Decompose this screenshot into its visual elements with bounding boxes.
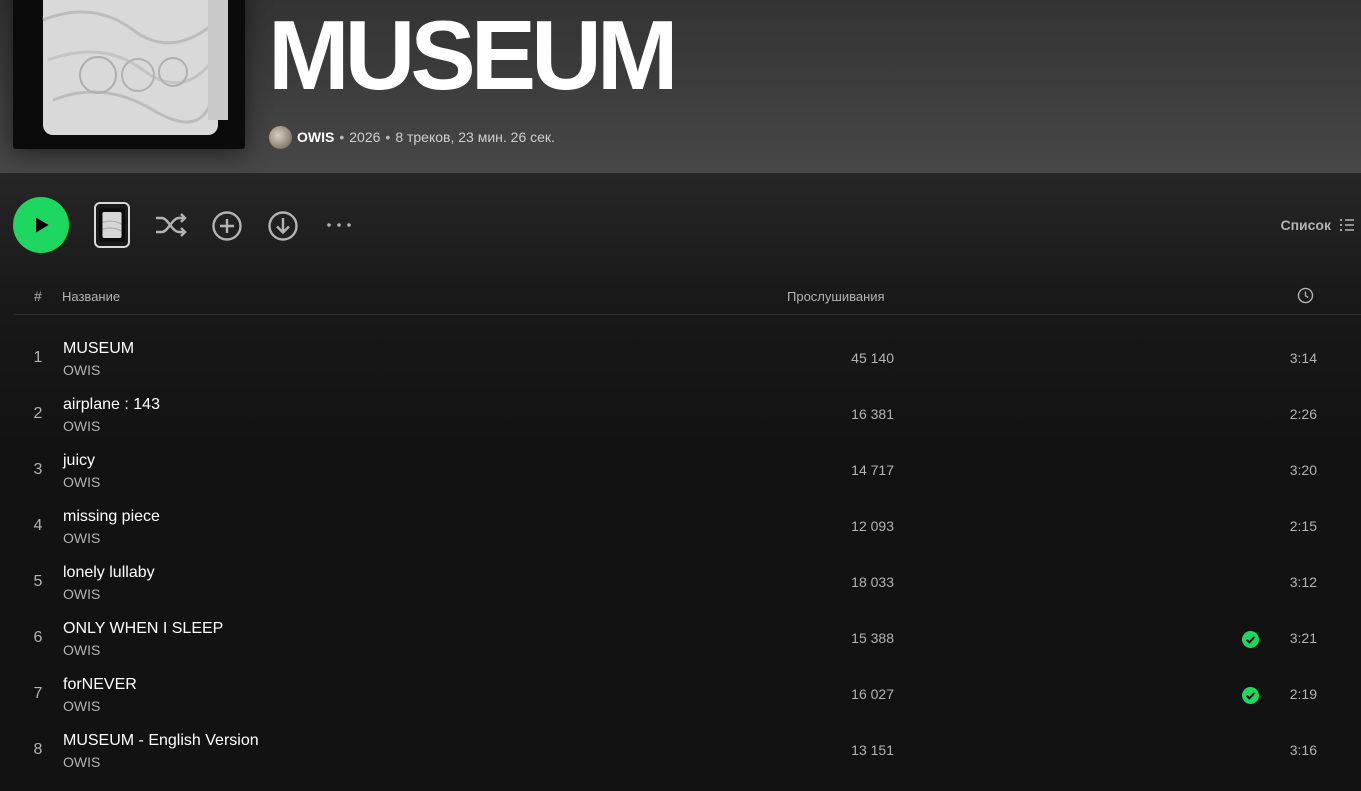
track-plays: 12 093 [851,518,894,534]
track-number: 5 [33,573,43,590]
plus-circle-icon [212,211,242,241]
track-number: 2 [33,405,43,422]
shuffle-button[interactable] [153,209,189,241]
track-number: 4 [33,517,43,534]
table-row[interactable]: 2 airplane : 143 OWIS 16 381 2:26 [0,387,1361,443]
track-plays: 45 140 [851,350,894,366]
add-to-library-button[interactable] [210,209,244,243]
view-mode-toggle[interactable]: Список [1280,214,1355,236]
track-duration: 2:26 [1289,406,1317,422]
track-title[interactable]: airplane : 143 [63,396,160,414]
track-title[interactable]: MUSEUM [63,340,134,358]
track-duration: 3:16 [1289,742,1317,758]
track-artist[interactable]: OWIS [63,642,100,658]
album-cover-art [13,0,245,149]
table-row[interactable]: 4 missing piece OWIS 12 093 2:15 [0,499,1361,555]
track-artist[interactable]: OWIS [63,530,100,546]
track-duration: 3:20 [1289,462,1317,478]
table-row[interactable]: 8 MUSEUM - English Version OWIS 13 151 3… [0,723,1361,779]
list-icon [1339,218,1354,232]
column-title: Название [62,289,121,304]
check-circle-icon[interactable] [1242,687,1259,704]
shuffle-icon [156,213,187,237]
track-duration: 3:14 [1289,350,1317,366]
track-number: 6 [33,629,43,646]
column-plays: Прослушивания [787,289,885,304]
album-thumbnail-button[interactable] [94,202,130,248]
album-title: MUSEUM [268,0,679,110]
track-number: 3 [33,461,43,478]
track-duration: 3:12 [1289,574,1317,590]
track-title[interactable]: MUSEUM - English Version [63,732,259,750]
track-plays: 13 151 [851,742,894,758]
track-title[interactable]: forNEVER [63,676,137,694]
check-circle-icon[interactable] [1242,631,1259,648]
album-summary: 8 треков, 23 мин. 26 сек. [395,129,555,145]
track-duration: 2:15 [1289,518,1317,534]
download-button[interactable] [266,209,300,243]
meta-separator: • [385,129,391,145]
track-plays: 15 388 [851,630,894,646]
tracklist: 1 MUSEUM OWIS 45 140 3:14 2 airplane : 1… [0,331,1361,779]
track-title[interactable]: juicy [63,452,95,470]
track-plays: 14 717 [851,462,894,478]
view-mode-label: Список [1280,217,1331,233]
table-row[interactable]: 1 MUSEUM OWIS 45 140 3:14 [0,331,1361,387]
more-dots-icon [327,223,351,227]
table-row[interactable]: 7 forNEVER OWIS 16 027 2:19 [0,667,1361,723]
table-row[interactable]: 6 ONLY WHEN I SLEEP OWIS 15 388 3:21 [0,611,1361,667]
table-row[interactable]: 3 juicy OWIS 14 717 3:20 [0,443,1361,499]
artist-link[interactable]: OWIS [297,129,334,145]
tracklist-header: # Название Прослушивания [14,284,1361,315]
clock-icon [1297,287,1314,304]
play-button[interactable] [13,197,69,253]
track-duration: 2:19 [1289,686,1317,702]
more-options-button[interactable] [322,212,356,238]
album-header: MUSEUM OWIS • 2026 • 8 треков, 23 мин. 2… [0,0,1361,173]
album-meta: OWIS • 2026 • 8 треков, 23 мин. 26 сек. [269,125,555,149]
track-title[interactable]: lonely lullaby [63,564,155,582]
track-number: 8 [33,741,43,758]
column-number: # [34,288,42,304]
artist-avatar[interactable] [269,125,292,149]
track-number: 7 [33,685,43,702]
track-artist[interactable]: OWIS [63,362,100,378]
track-title[interactable]: ONLY WHEN I SLEEP [63,620,223,638]
meta-separator: • [339,129,345,145]
track-artist[interactable]: OWIS [63,418,100,434]
track-plays: 16 027 [851,686,894,702]
download-circle-icon [268,211,298,241]
column-duration [1297,287,1314,307]
album-year: 2026 [349,129,381,145]
track-plays: 16 381 [851,406,894,422]
track-duration: 3:21 [1289,630,1317,646]
album-thumbnail-icon [99,208,125,242]
track-plays: 18 033 [851,574,894,590]
play-icon [36,217,49,233]
track-artist[interactable]: OWIS [63,474,100,490]
track-number: 1 [33,349,43,366]
track-artist[interactable]: OWIS [63,698,100,714]
track-title[interactable]: missing piece [63,508,160,526]
album-cover[interactable] [13,0,245,149]
track-artist[interactable]: OWIS [63,754,100,770]
track-artist[interactable]: OWIS [63,586,100,602]
table-row[interactable]: 5 lonely lullaby OWIS 18 033 3:12 [0,555,1361,611]
